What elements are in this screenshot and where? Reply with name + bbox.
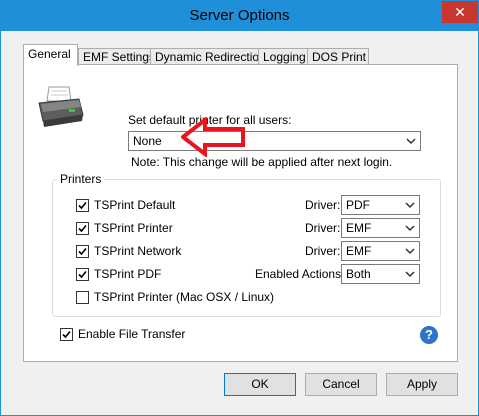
chevron-down-icon — [406, 138, 416, 145]
dialog-client-area: General EMF Settings Dynamic Redirection… — [9, 32, 471, 408]
checkmark-icon — [78, 270, 87, 279]
checkmark-icon — [78, 247, 87, 256]
chevron-down-icon — [405, 271, 415, 278]
login-note: Note: This change will be applied after … — [131, 155, 393, 169]
apply-button[interactable]: Apply — [386, 373, 458, 396]
checkmark-icon — [62, 330, 71, 339]
checkmark-icon — [78, 224, 87, 233]
enable-file-transfer-checkbox[interactable] — [60, 328, 73, 341]
chevron-down-icon — [405, 202, 415, 209]
default-printer-dropdown[interactable]: None — [128, 131, 421, 151]
tsprint-mac-linux-checkbox[interactable] — [76, 291, 89, 304]
driver-value: PDF — [346, 198, 370, 212]
tsprint-pdf-label: TSPrint PDF — [94, 267, 162, 281]
tsprint-network-driver-dropdown[interactable]: EMF — [341, 241, 420, 261]
actions-value: Both — [346, 267, 371, 281]
server-options-dialog: Server Options ✕ General EMF Settings Dy… — [0, 0, 479, 416]
ok-button[interactable]: OK — [224, 373, 296, 396]
driver-label: Driver: — [305, 221, 341, 235]
driver-label: Driver: — [305, 198, 341, 212]
tab-dynamic-redirection[interactable]: Dynamic Redirection — [150, 48, 266, 65]
cancel-button[interactable]: Cancel — [305, 373, 377, 396]
enabled-actions-label: Enabled Actions: — [255, 267, 345, 281]
title-bar[interactable]: Server Options ✕ — [1, 1, 478, 31]
general-tab-panel: Set default printer for all users: None … — [23, 64, 458, 362]
printers-group-title: Printers — [57, 172, 105, 186]
tab-dos-print[interactable]: DOS Print — [307, 48, 369, 65]
tsprint-mac-linux-label: TSPrint Printer (Mac OSX / Linux) — [94, 290, 275, 304]
chevron-down-icon — [405, 225, 415, 232]
printer-icon — [35, 85, 85, 133]
help-icon[interactable]: ? — [420, 326, 438, 344]
tsprint-printer-checkbox[interactable] — [76, 222, 89, 235]
tsprint-network-label: TSPrint Network — [94, 244, 182, 258]
tsprint-printer-label: TSPrint Printer — [94, 221, 173, 235]
tab-general[interactable]: General — [23, 44, 78, 66]
tsprint-network-checkbox[interactable] — [76, 245, 89, 258]
enable-file-transfer-label: Enable File Transfer — [78, 327, 186, 341]
tsprint-default-driver-dropdown[interactable]: PDF — [341, 195, 420, 215]
red-arrow-annotation — [181, 117, 245, 157]
window-title: Server Options — [189, 7, 290, 24]
driver-value: EMF — [346, 221, 372, 235]
tsprint-pdf-actions-dropdown[interactable]: Both — [341, 264, 420, 284]
default-printer-value: None — [133, 134, 162, 148]
driver-label: Driver: — [305, 244, 341, 258]
tsprint-printer-driver-dropdown[interactable]: EMF — [341, 218, 420, 238]
driver-value: EMF — [346, 244, 372, 258]
close-button[interactable]: ✕ — [442, 1, 478, 23]
tab-emf-settings[interactable]: EMF Settings — [78, 48, 157, 65]
chevron-down-icon — [405, 248, 415, 255]
tab-logging[interactable]: Logging — [258, 48, 314, 65]
tsprint-default-label: TSPrint Default — [94, 198, 176, 212]
tsprint-default-checkbox[interactable] — [76, 199, 89, 212]
tsprint-pdf-checkbox[interactable] — [76, 268, 89, 281]
checkmark-icon — [78, 201, 87, 210]
